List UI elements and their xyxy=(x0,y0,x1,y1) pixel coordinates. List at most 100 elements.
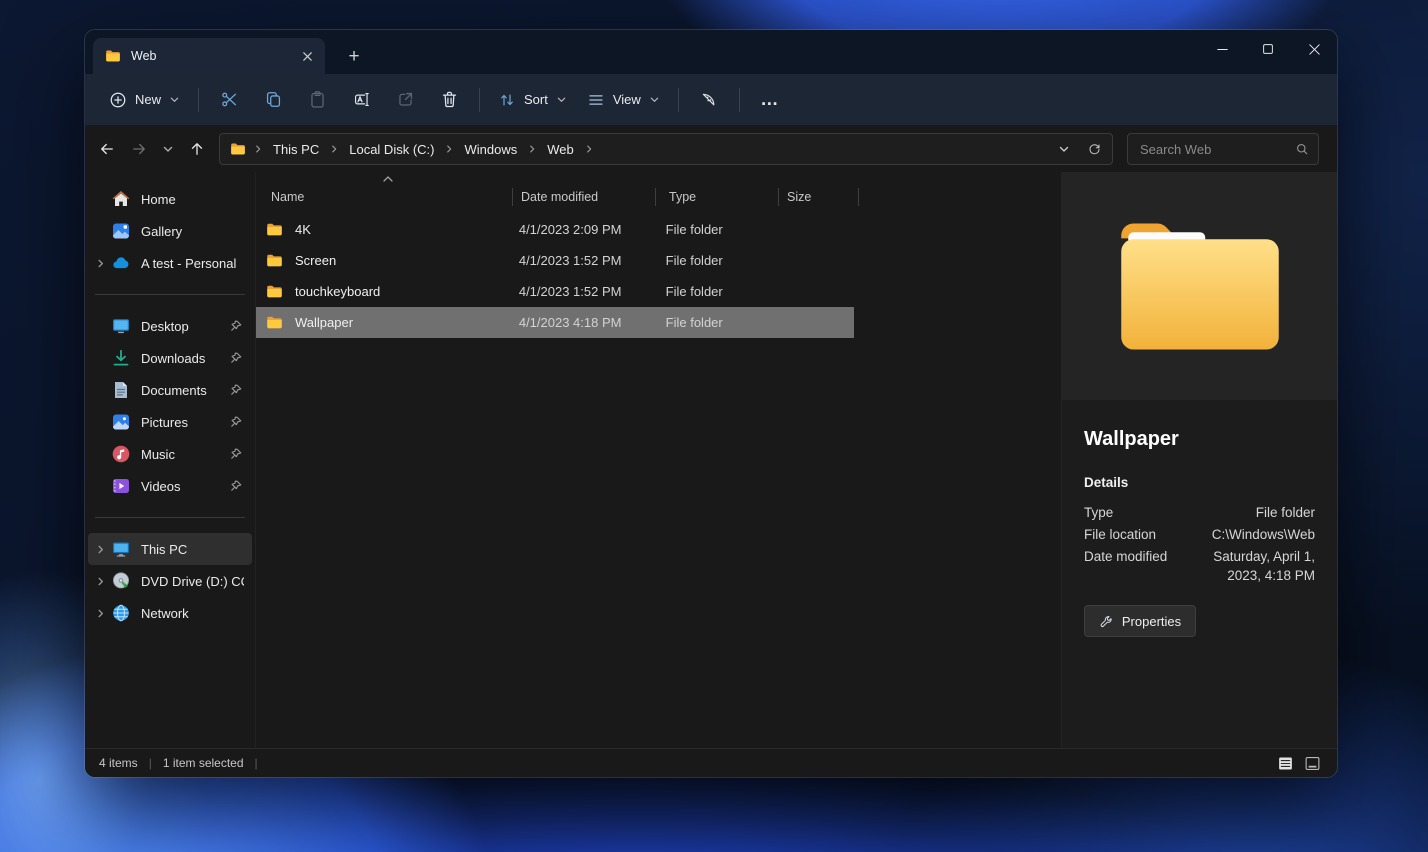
sidebar-item-pictures[interactable]: Pictures xyxy=(88,406,252,438)
status-separator: | xyxy=(255,756,258,770)
file-explorer-window: Web + New xyxy=(85,30,1337,777)
pizza-slice-icon xyxy=(699,90,718,109)
file-row-4k[interactable]: 4K 4/1/2023 2:09 PM File folder xyxy=(256,214,854,245)
delete-icon xyxy=(440,90,459,109)
sidebar-item-documents[interactable]: Documents xyxy=(88,374,252,406)
downloads-icon xyxy=(111,348,131,368)
column-header-date-modified[interactable]: Date modified xyxy=(513,183,656,211)
search-input[interactable] xyxy=(1138,141,1295,158)
large-thumbnails-view-toggle[interactable] xyxy=(1301,753,1323,773)
paste-button[interactable] xyxy=(295,82,339,118)
column-header-type[interactable]: Type xyxy=(656,183,779,211)
desktop-wallpaper: { "titlebar": { "tab_label": "Web", "new… xyxy=(0,0,1428,852)
copy-button[interactable] xyxy=(251,82,295,118)
refresh-button[interactable] xyxy=(1080,136,1108,162)
view-button-label: View xyxy=(613,92,641,107)
sidebar-item-home[interactable]: Home xyxy=(88,183,252,215)
share-icon xyxy=(396,90,415,109)
new-tab-button[interactable]: + xyxy=(339,41,369,71)
field-label: Type xyxy=(1084,503,1170,522)
details-view-toggle[interactable] xyxy=(1274,753,1296,773)
folder-icon xyxy=(266,252,283,269)
window-controls xyxy=(1199,30,1337,68)
details-view-icon xyxy=(1277,755,1294,772)
sidebar-item-onedrive[interactable]: A test - Personal xyxy=(88,247,252,279)
delete-button[interactable] xyxy=(427,82,471,118)
command-bar: New Sort xyxy=(85,74,1337,126)
rename-icon xyxy=(352,90,371,109)
recent-locations-button[interactable] xyxy=(155,133,181,165)
sort-arrows-icon xyxy=(498,91,516,109)
address-dropdown-button[interactable] xyxy=(1050,136,1078,162)
tab-close-icon[interactable] xyxy=(295,44,319,68)
rename-button[interactable] xyxy=(339,82,383,118)
pin-icon xyxy=(229,351,244,365)
plus-circle-icon xyxy=(109,91,127,109)
maximize-button[interactable] xyxy=(1245,30,1291,68)
properties-button[interactable]: Properties xyxy=(1084,605,1196,637)
breadcrumb-this-pc[interactable]: This PC xyxy=(270,140,322,159)
file-name: 4K xyxy=(295,222,311,237)
sidebar-item-desktop[interactable]: Desktop xyxy=(88,310,252,342)
breadcrumb-web[interactable]: Web xyxy=(544,140,577,159)
paste-icon xyxy=(308,90,327,109)
details-field-file-location: File location C:\Windows\Web xyxy=(1084,525,1315,544)
sidebar-item-dvd-drive[interactable]: DVD Drive (D:) CCC xyxy=(88,565,252,597)
items-count: 4 items xyxy=(99,756,138,770)
refresh-icon xyxy=(1087,142,1102,157)
back-button[interactable] xyxy=(91,133,123,165)
selected-count: 1 item selected xyxy=(163,756,244,770)
field-value: Saturday, April 1, 2023, 4:18 PM xyxy=(1178,547,1315,585)
file-row-wallpaper-selected[interactable]: Wallpaper 4/1/2023 4:18 PM File folder xyxy=(256,307,854,338)
sidebar-item-downloads[interactable]: Downloads xyxy=(88,342,252,374)
sidebar-item-this-pc[interactable]: This PC xyxy=(88,533,252,565)
navigation-pane: Home Gallery A test - Personal xyxy=(85,172,255,748)
network-icon xyxy=(111,603,131,623)
view-lines-icon xyxy=(587,91,605,109)
wrench-icon xyxy=(1099,614,1114,629)
details-field-type: Type File folder xyxy=(1084,503,1315,522)
file-type: File folder xyxy=(653,253,775,268)
toolbar-divider xyxy=(198,88,199,112)
column-header-size[interactable]: Size xyxy=(779,183,859,211)
sidebar-item-music[interactable]: Music xyxy=(88,438,252,470)
folder-icon xyxy=(230,141,246,157)
chevron-down-icon xyxy=(162,143,174,155)
sidebar-item-network[interactable]: Network xyxy=(88,597,252,629)
file-row-touchkeyboard[interactable]: touchkeyboard 4/1/2023 1:52 PM File fold… xyxy=(256,276,854,307)
folder-preview-icon xyxy=(1116,213,1284,360)
sidebar-item-videos[interactable]: Videos xyxy=(88,470,252,502)
close-button[interactable] xyxy=(1291,30,1337,68)
tab-web[interactable]: Web xyxy=(93,38,325,74)
share-button[interactable] xyxy=(383,82,427,118)
new-button[interactable]: New xyxy=(99,82,190,118)
status-separator: | xyxy=(149,756,152,770)
file-list: Name Date modified Type Size 4K 4/1/2023… xyxy=(255,172,1061,748)
toolbar-divider xyxy=(479,88,480,112)
chevron-down-icon xyxy=(556,94,567,105)
file-rows: 4K 4/1/2023 2:09 PM File folder Screen 4… xyxy=(256,214,854,338)
up-button[interactable] xyxy=(181,133,213,165)
see-more-button[interactable]: … xyxy=(748,82,792,118)
breadcrumb-chevron-icon xyxy=(444,144,454,154)
details-fields: Type File folder File location C:\Window… xyxy=(1084,503,1315,585)
home-icon xyxy=(111,189,131,209)
cut-button[interactable] xyxy=(207,82,251,118)
music-icon xyxy=(111,444,131,464)
file-date-modified: 4/1/2023 1:52 PM xyxy=(511,253,653,268)
file-row-screen[interactable]: Screen 4/1/2023 1:52 PM File folder xyxy=(256,245,854,276)
column-header-name[interactable]: Name xyxy=(256,183,513,211)
gallery-icon xyxy=(111,221,131,241)
view-button[interactable]: View xyxy=(577,82,670,118)
address-field[interactable]: This PC Local Disk (C:) Windows Web xyxy=(219,133,1113,165)
minimize-button[interactable] xyxy=(1199,30,1245,68)
breadcrumb-windows[interactable]: Windows xyxy=(461,140,520,159)
copy-icon xyxy=(264,90,283,109)
chevron-right-icon xyxy=(92,258,108,269)
breadcrumb-local-disk[interactable]: Local Disk (C:) xyxy=(346,140,437,159)
sort-button[interactable]: Sort xyxy=(488,82,577,118)
forward-button[interactable] xyxy=(123,133,155,165)
pizza-slice-button[interactable] xyxy=(687,82,731,118)
sort-ascending-icon xyxy=(382,175,394,183)
sidebar-item-gallery[interactable]: Gallery xyxy=(88,215,252,247)
